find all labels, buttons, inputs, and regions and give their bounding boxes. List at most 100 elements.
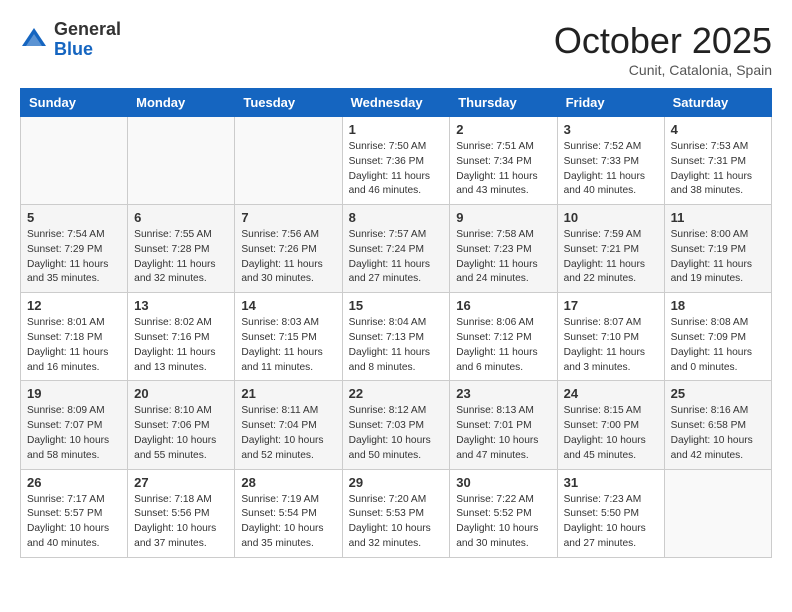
day-number: 15 xyxy=(349,298,444,313)
calendar-cell: 24Sunrise: 8:15 AM Sunset: 7:00 PM Dayli… xyxy=(557,381,664,469)
calendar-cell: 5 Sunrise: 7:54 AM Sunset: 7:29 PM Daylig… xyxy=(21,205,128,293)
day-info: Sunrise: 8:04 AM Sunset: 7:13 PM Dayligh… xyxy=(349,316,444,375)
calendar-cell: 2 Sunrise: 7:51 AM Sunset: 7:34 PM Daylig… xyxy=(450,117,557,205)
calendar-cell: 12 Sunrise: 8:01 AM Sunset: 7:18 PM Dayli… xyxy=(21,293,128,381)
day-number: 25 xyxy=(671,386,765,401)
calendar-cell: 8Sunrise: 7:57 AM Sunset: 7:24 PM Daylig… xyxy=(342,205,450,293)
day-info: Sunrise: 7:55 AM Sunset: 7:28 PM Dayligh… xyxy=(134,228,228,287)
calendar-cell: 17 Sunrise: 8:07 AM Sunset: 7:10 PM Dayli… xyxy=(557,293,664,381)
day-info: Sunrise: 7:18 AM Sunset: 5:56 PM Dayligh… xyxy=(134,493,228,552)
day-number: 23 xyxy=(456,386,550,401)
calendar-cell: 23 Sunrise: 8:13 AM Sunset: 7:01 PM Dayli… xyxy=(450,381,557,469)
calendar-cell: 19Sunrise: 8:09 AM Sunset: 7:07 PM Dayli… xyxy=(21,381,128,469)
day-info: Sunrise: 7:58 AM Sunset: 7:23 PM Dayligh… xyxy=(456,228,550,287)
day-number: 26 xyxy=(27,475,121,490)
day-number: 27 xyxy=(134,475,228,490)
calendar-cell: 29 Sunrise: 7:20 AM Sunset: 5:53 PM Dayli… xyxy=(342,469,450,557)
day-info: Sunrise: 7:56 AM Sunset: 7:26 PM Dayligh… xyxy=(241,228,335,287)
page-header: General Blue October 2025 Cunit, Catalon… xyxy=(20,20,772,78)
day-number: 22 xyxy=(349,386,444,401)
day-info: Sunrise: 8:03 AM Sunset: 7:15 PM Dayligh… xyxy=(241,316,335,375)
day-number: 18 xyxy=(671,298,765,313)
day-info: Sunrise: 7:22 AM Sunset: 5:52 PM Dayligh… xyxy=(456,493,550,552)
logo-general-text: General xyxy=(54,19,121,39)
day-number: 12 xyxy=(27,298,121,313)
day-info: Sunrise: 8:09 AM Sunset: 7:07 PM Dayligh… xyxy=(27,404,121,463)
day-info: Sunrise: 7:53 AM Sunset: 7:31 PM Dayligh… xyxy=(671,140,765,199)
day-number: 1 xyxy=(349,122,444,137)
day-number: 29 xyxy=(349,475,444,490)
calendar-cell: 11 Sunrise: 8:00 AM Sunset: 7:19 PM Dayli… xyxy=(664,205,771,293)
day-number: 6 xyxy=(134,210,228,225)
calendar-cell: 4 Sunrise: 7:53 AM Sunset: 7:31 PM Daylig… xyxy=(664,117,771,205)
day-info: Sunrise: 8:13 AM Sunset: 7:01 PM Dayligh… xyxy=(456,404,550,463)
calendar-cell: 27 Sunrise: 7:18 AM Sunset: 5:56 PM Dayli… xyxy=(128,469,235,557)
calendar-header-row: SundayMondayTuesdayWednesdayThursdayFrid… xyxy=(21,89,772,117)
day-info: Sunrise: 8:01 AM Sunset: 7:18 PM Dayligh… xyxy=(27,316,121,375)
day-number: 7 xyxy=(241,210,335,225)
day-number: 11 xyxy=(671,210,765,225)
calendar-week-row: 1Sunrise: 7:50 AM Sunset: 7:36 PM Daylig… xyxy=(21,117,772,205)
weekday-header-tuesday: Tuesday xyxy=(235,89,342,117)
calendar-cell xyxy=(664,469,771,557)
calendar-cell: 13 Sunrise: 8:02 AM Sunset: 7:16 PM Dayli… xyxy=(128,293,235,381)
calendar-cell: 1Sunrise: 7:50 AM Sunset: 7:36 PM Daylig… xyxy=(342,117,450,205)
calendar-cell xyxy=(21,117,128,205)
weekday-header-monday: Monday xyxy=(128,89,235,117)
calendar-cell xyxy=(235,117,342,205)
calendar-table: SundayMondayTuesdayWednesdayThursdayFrid… xyxy=(20,88,772,558)
weekday-header-sunday: Sunday xyxy=(21,89,128,117)
calendar-week-row: 5 Sunrise: 7:54 AM Sunset: 7:29 PM Daylig… xyxy=(21,205,772,293)
day-number: 14 xyxy=(241,298,335,313)
day-info: Sunrise: 8:02 AM Sunset: 7:16 PM Dayligh… xyxy=(134,316,228,375)
day-info: Sunrise: 7:51 AM Sunset: 7:34 PM Dayligh… xyxy=(456,140,550,199)
day-number: 9 xyxy=(456,210,550,225)
title-block: October 2025 Cunit, Catalonia, Spain xyxy=(554,20,772,78)
day-info: Sunrise: 8:06 AM Sunset: 7:12 PM Dayligh… xyxy=(456,316,550,375)
weekday-header-thursday: Thursday xyxy=(450,89,557,117)
weekday-header-friday: Friday xyxy=(557,89,664,117)
calendar-cell: 31Sunrise: 7:23 AM Sunset: 5:50 PM Dayli… xyxy=(557,469,664,557)
weekday-header-wednesday: Wednesday xyxy=(342,89,450,117)
day-number: 2 xyxy=(456,122,550,137)
day-number: 16 xyxy=(456,298,550,313)
calendar-week-row: 26Sunrise: 7:17 AM Sunset: 5:57 PM Dayli… xyxy=(21,469,772,557)
calendar-cell: 28Sunrise: 7:19 AM Sunset: 5:54 PM Dayli… xyxy=(235,469,342,557)
calendar-week-row: 19Sunrise: 8:09 AM Sunset: 7:07 PM Dayli… xyxy=(21,381,772,469)
calendar-cell: 14 Sunrise: 8:03 AM Sunset: 7:15 PM Dayli… xyxy=(235,293,342,381)
day-number: 28 xyxy=(241,475,335,490)
calendar-cell: 6 Sunrise: 7:55 AM Sunset: 7:28 PM Daylig… xyxy=(128,205,235,293)
day-info: Sunrise: 7:23 AM Sunset: 5:50 PM Dayligh… xyxy=(564,493,658,552)
calendar-cell: 22 Sunrise: 8:12 AM Sunset: 7:03 PM Dayli… xyxy=(342,381,450,469)
day-number: 21 xyxy=(241,386,335,401)
calendar-cell: 26Sunrise: 7:17 AM Sunset: 5:57 PM Dayli… xyxy=(21,469,128,557)
calendar-cell: 7 Sunrise: 7:56 AM Sunset: 7:26 PM Daylig… xyxy=(235,205,342,293)
day-info: Sunrise: 7:54 AM Sunset: 7:29 PM Dayligh… xyxy=(27,228,121,287)
calendar-cell: 21 Sunrise: 8:11 AM Sunset: 7:04 PM Dayli… xyxy=(235,381,342,469)
calendar-cell: 9 Sunrise: 7:58 AM Sunset: 7:23 PM Daylig… xyxy=(450,205,557,293)
day-info: Sunrise: 8:00 AM Sunset: 7:19 PM Dayligh… xyxy=(671,228,765,287)
day-info: Sunrise: 8:16 AM Sunset: 6:58 PM Dayligh… xyxy=(671,404,765,463)
month-title: October 2025 xyxy=(554,20,772,62)
calendar-cell: 25 Sunrise: 8:16 AM Sunset: 6:58 PM Dayli… xyxy=(664,381,771,469)
calendar-cell: 16 Sunrise: 8:06 AM Sunset: 7:12 PM Dayli… xyxy=(450,293,557,381)
calendar-week-row: 12 Sunrise: 8:01 AM Sunset: 7:18 PM Dayli… xyxy=(21,293,772,381)
day-number: 20 xyxy=(134,386,228,401)
day-info: Sunrise: 8:11 AM Sunset: 7:04 PM Dayligh… xyxy=(241,404,335,463)
day-info: Sunrise: 7:20 AM Sunset: 5:53 PM Dayligh… xyxy=(349,493,444,552)
day-info: Sunrise: 8:10 AM Sunset: 7:06 PM Dayligh… xyxy=(134,404,228,463)
day-info: Sunrise: 8:12 AM Sunset: 7:03 PM Dayligh… xyxy=(349,404,444,463)
calendar-cell: 30Sunrise: 7:22 AM Sunset: 5:52 PM Dayli… xyxy=(450,469,557,557)
day-number: 4 xyxy=(671,122,765,137)
day-number: 17 xyxy=(564,298,658,313)
day-number: 10 xyxy=(564,210,658,225)
day-info: Sunrise: 7:57 AM Sunset: 7:24 PM Dayligh… xyxy=(349,228,444,287)
day-number: 3 xyxy=(564,122,658,137)
day-info: Sunrise: 8:07 AM Sunset: 7:10 PM Dayligh… xyxy=(564,316,658,375)
calendar-cell: 20 Sunrise: 8:10 AM Sunset: 7:06 PM Dayli… xyxy=(128,381,235,469)
calendar-cell xyxy=(128,117,235,205)
day-number: 13 xyxy=(134,298,228,313)
weekday-header-saturday: Saturday xyxy=(664,89,771,117)
logo-blue-text: Blue xyxy=(54,39,93,59)
day-number: 5 xyxy=(27,210,121,225)
